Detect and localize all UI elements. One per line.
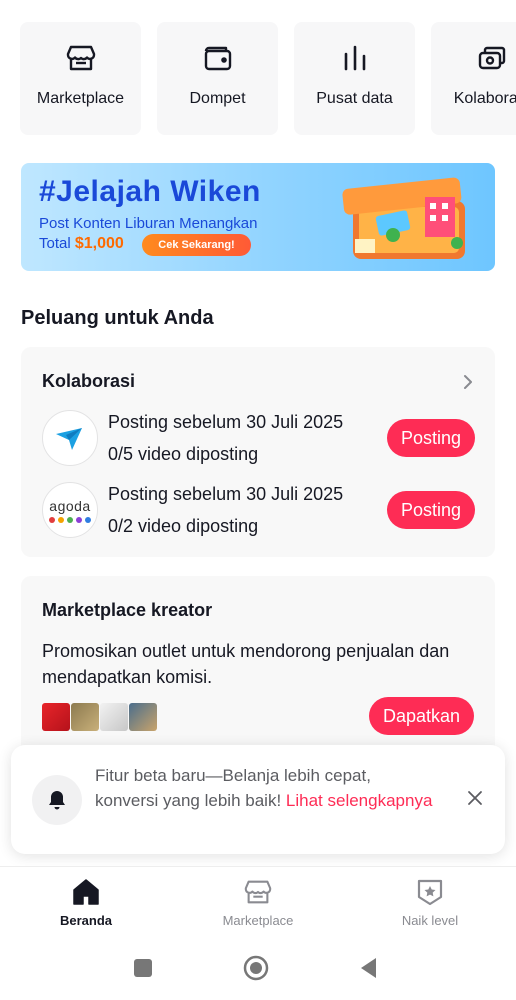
bell-icon	[32, 775, 82, 825]
home-button-icon[interactable]	[243, 955, 269, 981]
close-icon[interactable]	[467, 790, 483, 806]
shortcut-marketplace[interactable]: Marketplace	[20, 22, 141, 135]
collab-item-agoda: agoda Posting sebelum 30 Juli 2025 0/2 v…	[42, 482, 475, 538]
store-icon	[244, 880, 272, 904]
posting-button[interactable]: Posting	[387, 419, 475, 457]
store-icon	[66, 45, 95, 71]
traveloka-logo	[42, 410, 98, 466]
toast-message: Fitur beta baru—Belanja lebih cepat, kon…	[95, 764, 435, 813]
collab-progress: 0/5 video diposting	[108, 444, 259, 464]
system-nav-bar	[0, 934, 516, 1000]
shortcut-tiles: Marketplace Dompet Pusat data Kolaborasi	[20, 22, 516, 135]
product-thumbnail	[100, 703, 128, 731]
product-thumbnails	[42, 703, 157, 731]
section-title: Peluang untuk Anda	[21, 307, 214, 329]
nav-naik-level[interactable]: Naik level	[344, 867, 516, 934]
suitcase-illustration	[342, 177, 465, 259]
marketplace-description: Promosikan outlet untuk mendorong penjua…	[42, 641, 450, 687]
shortcut-label: Marketplace	[36, 90, 125, 107]
collab-deadline: Posting sebelum 30 Juli 2025	[108, 412, 344, 432]
home-icon	[73, 879, 99, 905]
shortcut-label: Pusat data	[316, 90, 393, 107]
recent-apps-icon[interactable]	[130, 955, 156, 981]
agoda-dots	[49, 516, 91, 523]
nav-label: Marketplace	[222, 913, 294, 928]
collaboration-icon	[478, 46, 505, 70]
collab-card-title: Kolaborasi	[42, 371, 136, 391]
back-icon[interactable]	[356, 955, 382, 981]
dapatkan-button[interactable]: Dapatkan	[369, 697, 474, 735]
shortcut-pusat-data[interactable]: Pusat data	[294, 22, 415, 135]
banner-total-amount: $1,000	[74, 235, 124, 252]
shortcut-kolaborasi[interactable]: Kolaborasi	[431, 22, 516, 135]
banner-cta-button[interactable]: Cek Sekarang!	[142, 234, 251, 256]
nav-label: Naik level	[401, 913, 459, 928]
shortcut-label: Dompet	[189, 90, 246, 107]
product-thumbnail	[71, 703, 99, 731]
agoda-logo-text: agoda	[49, 497, 91, 514]
collab-deadline: Posting sebelum 30 Juli 2025	[108, 484, 344, 504]
banner-total: Total $1,000	[39, 235, 124, 253]
nav-label: Beranda	[59, 913, 113, 928]
marketplace-card-title: Marketplace kreator	[42, 600, 213, 620]
collab-progress: 0/2 video diposting	[108, 516, 259, 536]
collab-item-traveloka: Posting sebelum 30 Juli 2025 0/5 video d…	[42, 410, 475, 466]
wallet-icon	[204, 46, 231, 71]
posting-button[interactable]: Posting	[387, 491, 475, 529]
banner-title: #Jelajah Wiken	[39, 175, 261, 208]
chevron-right-icon[interactable]	[461, 373, 475, 391]
banner-subtitle: Post Konten Liburan Menangkan	[39, 215, 258, 232]
product-thumbnail	[42, 703, 70, 731]
nav-marketplace[interactable]: Marketplace	[172, 867, 344, 934]
level-badge-icon	[417, 879, 443, 906]
bottom-nav: Beranda Marketplace Naik level	[0, 866, 516, 934]
marketplace-card: Marketplace kreator Promosikan outlet un…	[21, 576, 495, 756]
collab-card: Kolaborasi Posting sebelum 30 Juli 2025 …	[21, 347, 495, 557]
agoda-logo: agoda	[42, 482, 98, 538]
shortcut-label: Kolaborasi	[453, 90, 516, 107]
promo-banner[interactable]: #Jelajah Wiken Post Konten Liburan Menan…	[21, 163, 495, 271]
product-thumbnail	[129, 703, 157, 731]
bar-chart-icon	[344, 45, 365, 71]
bird-icon	[56, 428, 82, 450]
nav-beranda[interactable]: Beranda	[0, 867, 172, 934]
banner-total-prefix: Total	[39, 235, 71, 252]
beta-feature-toast: Fitur beta baru—Belanja lebih cepat, kon…	[11, 745, 505, 854]
shortcut-dompet[interactable]: Dompet	[157, 22, 278, 135]
toast-link[interactable]: Lihat selengkapnya	[286, 791, 433, 810]
